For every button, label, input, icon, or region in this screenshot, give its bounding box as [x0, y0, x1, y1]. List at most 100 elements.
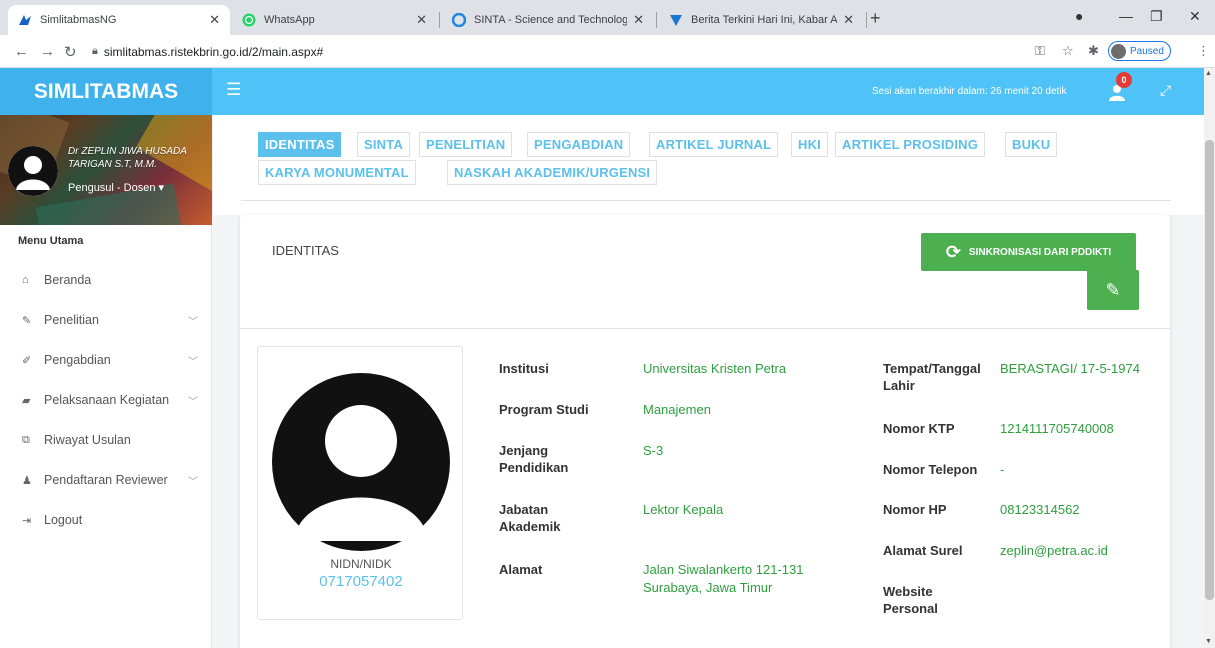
avatar [1111, 43, 1126, 59]
new-tab-button[interactable]: + [870, 8, 881, 29]
edit-button[interactable]: ✎ [1087, 270, 1139, 310]
key-icon[interactable]: ⚿ [1035, 43, 1045, 59]
field-value-tempat-tanggal-lahir: BERASTAGI/ 17-5-1974 [1000, 361, 1140, 376]
chevron-down-icon: ﹀ [188, 396, 198, 408]
chevron-down-icon: ﹀ [188, 476, 198, 488]
identity-card: IDENTITAS ⟳ SINKRONISASI DARI PDDIKTI ✎ … [240, 215, 1170, 648]
sidebar-item-label: Penelitian [44, 313, 99, 327]
user-role-dropdown[interactable]: Pengusul - Dosen ▾ [68, 181, 164, 194]
sidebar-item-riwayat-usulan[interactable]: ⧉ Riwayat Usulan [0, 420, 212, 460]
field-label-alamat-surel: Alamat Surel [883, 543, 963, 558]
minimize-icon[interactable]: — [1119, 8, 1133, 24]
field-value-alamat: Jalan Siwalankerto 121-131 Surabaya, Jaw… [643, 562, 804, 595]
field-label-alamat: Alamat [499, 562, 543, 577]
session-timer: Sesi akan berakhir dalam: 26 menit 20 de… [872, 86, 1067, 97]
sidebar-item-label: Pendaftaran Reviewer [44, 473, 168, 487]
main-content: IDENTITAS SINTA PENELITIAN PENGABDIAN AR… [212, 115, 1204, 648]
field-value-program-studi: Manajemen [643, 402, 711, 417]
field-value-jabatan-akademik: Lektor Kepala [643, 502, 724, 517]
close-tab-icon[interactable]: ✕ [209, 12, 220, 28]
tab-artikel-prosiding[interactable]: ARTIKEL PROSIDING [835, 132, 986, 157]
close-tab-icon[interactable]: ✕ [843, 12, 854, 28]
notification-badge: 0 [1116, 72, 1132, 88]
lock-icon: 🔒︎ [92, 45, 98, 57]
app-logo[interactable]: SIMLITABMAS [0, 68, 212, 115]
page-scrollbar[interactable]: ▲ ▼ [1204, 68, 1215, 648]
field-value-nomor-ktp: 1214111705740008 [1000, 421, 1114, 436]
tab-artikel-jurnal[interactable]: ARTIKEL JURNAL [649, 132, 779, 157]
field-value-alamat-surel[interactable]: zeplin@petra.ac.id [1000, 542, 1160, 560]
simlitabmas-logo-icon [18, 13, 32, 27]
back-arrow-icon[interactable]: ← [14, 43, 29, 60]
tab-title: WhatsApp [264, 14, 315, 26]
address-bar[interactable]: 🔒︎ simlitabmas.ristekbrin.go.id/2/main.a… [92, 39, 1032, 64]
user-icon: ♟ [22, 474, 32, 487]
field-label-tempat-tanggal-lahir: Tempat/Tanggal Lahir [883, 361, 981, 393]
browser-tab-whatsapp[interactable]: WhatsApp ✕ [232, 5, 437, 35]
profile-menu-icon[interactable]: ● [1075, 8, 1083, 24]
tab-pengabdian[interactable]: PENGABDIAN [527, 132, 631, 157]
scrollbar-thumb[interactable] [1205, 140, 1214, 600]
tab-hki[interactable]: HKI [791, 132, 828, 157]
sinta-icon [451, 12, 467, 28]
tab-penelitian[interactable]: PENELITIAN [419, 132, 513, 157]
field-label-nomor-telepon: Nomor Telepon [883, 462, 978, 477]
field-label-nomor-ktp: Nomor KTP [883, 421, 955, 436]
sidebar: Dr ZEPLIN JIWA HUSADA TARIGAN S.T, M.M. … [0, 115, 212, 648]
profile-tabs-area: IDENTITAS SINTA PENELITIAN PENGABDIAN AR… [212, 115, 1204, 215]
caret-down-icon: ▾ [158, 182, 165, 194]
hamburger-menu-icon[interactable]: ☰ [226, 80, 241, 100]
tab-naskah-akademik[interactable]: NASKAH AKADEMIK/URGENSI [447, 160, 658, 185]
sidebar-item-beranda[interactable]: ⌂ Beranda [0, 260, 212, 300]
field-label-jabatan-akademik: Jabatan Akademik [499, 502, 561, 534]
nidn-label: NIDN/NIDK [330, 557, 392, 571]
forward-arrow-icon[interactable]: → [40, 43, 55, 60]
scroll-down-icon[interactable]: ▼ [1205, 638, 1212, 645]
tab-identitas[interactable]: IDENTITAS [258, 132, 342, 157]
sidebar-item-label: Logout [44, 513, 83, 527]
tab-sinta[interactable]: SINTA [357, 132, 411, 157]
field-label-nomor-hp: Nomor HP [883, 502, 947, 517]
tab-buku[interactable]: BUKU [1005, 132, 1058, 157]
restore-icon[interactable]: ❐ [1150, 8, 1163, 25]
book-icon: ▰ [22, 394, 31, 407]
divider [240, 328, 1170, 329]
sidebar-profile: Dr ZEPLIN JIWA HUSADA TARIGAN S.T, M.M. … [0, 115, 212, 225]
divider [241, 200, 1171, 201]
avatar[interactable] [8, 146, 58, 196]
sync-pddikti-button[interactable]: ⟳ SINKRONISASI DARI PDDIKTI [921, 233, 1136, 271]
browser-tab-strip: SimlitabmasNG ✕ WhatsApp ✕ SINTA - Scien… [0, 0, 1215, 35]
sidebar-item-label: Pelaksanaan Kegiatan [44, 393, 170, 407]
star-icon[interactable]: ☆ [1062, 43, 1074, 59]
avatar [272, 373, 450, 551]
profile-paused-chip[interactable]: Paused [1108, 41, 1171, 61]
field-value-institusi: Universitas Kristen Petra [643, 361, 787, 376]
news-icon [669, 13, 683, 27]
close-window-icon[interactable]: ✕ [1189, 8, 1201, 25]
sidebar-item-pengabdian[interactable]: ✐ Pengabdian ﹀ [0, 340, 212, 380]
tab-title: SimlitabmasNG [40, 14, 117, 26]
sidebar-item-pelaksanaan-kegiatan[interactable]: ▰ Pelaksanaan Kegiatan ﹀ [0, 380, 212, 420]
reload-icon[interactable]: ↻ [64, 43, 77, 61]
profile-photo-box: NIDN/NIDK 0717057402 [257, 346, 463, 620]
browser-tab-simlitabmas[interactable]: SimlitabmasNG ✕ [8, 5, 230, 35]
close-tab-icon[interactable]: ✕ [633, 12, 644, 28]
browser-tab-sinta[interactable]: SINTA - Science and Technology I ✕ [442, 5, 654, 35]
paused-label: Paused [1130, 45, 1164, 57]
card-title: IDENTITAS [272, 243, 339, 258]
copy-icon: ⧉ [22, 433, 30, 446]
sidebar-item-penelitian[interactable]: ✎ Penelitian ﹀ [0, 300, 212, 340]
more-menu-icon[interactable]: ⋮ [1197, 43, 1210, 59]
chevron-down-icon: ﹀ [188, 356, 198, 368]
fullscreen-icon[interactable]: ⤢ [1160, 82, 1171, 99]
sidebar-item-logout[interactable]: ⇥ Logout [0, 500, 212, 540]
close-tab-icon[interactable]: ✕ [416, 12, 427, 28]
app-header: SIMLITABMAS ☰ Sesi akan berakhir dalam: … [0, 68, 1204, 115]
tab-karya-monumental[interactable]: KARYA MONUMENTAL [258, 160, 416, 185]
extensions-icon[interactable]: ✱ [1088, 43, 1099, 59]
browser-tab-berita[interactable]: Berita Terkini Hari Ini, Kabar Akur ✕ [659, 5, 864, 35]
sync-button-label: SINKRONISASI DARI PDDIKTI [968, 246, 1112, 258]
sidebar-item-pendaftaran-reviewer[interactable]: ♟ Pendaftaran Reviewer ﹀ [0, 460, 212, 500]
scroll-up-icon[interactable]: ▲ [1205, 70, 1212, 77]
browser-toolbar: ← → ↻ 🔒︎ simlitabmas.ristekbrin.go.id/2/… [0, 35, 1215, 68]
